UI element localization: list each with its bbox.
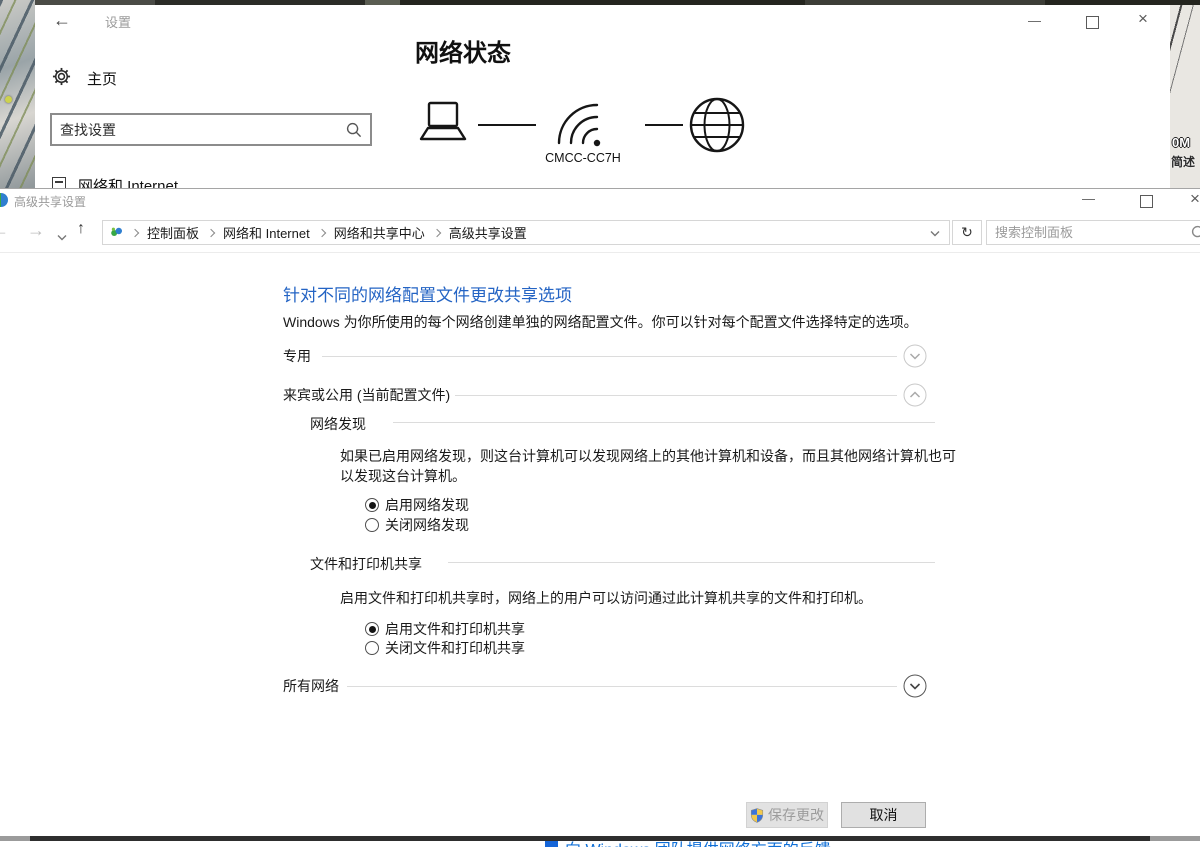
cancel-button[interactable]: 取消 [841, 802, 926, 828]
radio-disable-network-discovery[interactable]: 关闭网络发现 [365, 515, 469, 535]
file-printer-sharing-title: 文件和打印机共享 [310, 554, 422, 574]
file-printer-sharing-description: 启用文件和打印机共享时，网络上的用户可以访问通过此计算机共享的文件和打印机。 [340, 588, 958, 608]
collapse-guest-chevron-icon[interactable] [903, 383, 927, 407]
control-panel-search-box[interactable] [986, 220, 1200, 245]
back-arrow-icon[interactable]: ← [53, 10, 71, 31]
subsection-divider [448, 562, 935, 563]
radio-icon[interactable] [365, 622, 379, 636]
save-changes-button[interactable]: 保存更改 [746, 802, 828, 828]
expand-all-networks-chevron-icon[interactable] [903, 674, 927, 698]
gear-icon [52, 67, 71, 91]
expand-private-chevron-icon[interactable] [903, 344, 927, 368]
wallpaper-text: 简述 [1171, 153, 1195, 170]
connection-line [645, 124, 683, 126]
desktop: 0M 简述 ← 设置 — × 网络状态 主页 [0, 0, 1200, 847]
cancel-label: 取消 [870, 805, 898, 825]
settings-search-box[interactable] [50, 113, 372, 146]
radio-icon[interactable] [365, 518, 379, 532]
uac-shield-icon [750, 808, 764, 823]
back-button[interactable]: ← [0, 220, 9, 241]
up-button[interactable]: ↑ [77, 220, 85, 238]
window-title: 高级共享设置 [14, 193, 86, 210]
breadcrumb-separator-icon [432, 228, 440, 236]
wallpaper-dot [5, 96, 12, 103]
address-dropdown-icon[interactable] [930, 224, 940, 242]
radio-label[interactable]: 关闭文件和打印机共享 [385, 638, 525, 658]
subsection-divider [393, 422, 935, 423]
window-bottom-edge [0, 836, 1200, 841]
maximize-button[interactable] [1086, 16, 1099, 29]
desktop-wallpaper-right: 0M 简述 [1170, 5, 1200, 188]
breadcrumb-control-panel[interactable]: 控制面板 [147, 223, 199, 242]
section-divider [455, 395, 897, 396]
maximize-button[interactable] [1140, 195, 1153, 208]
refresh-button[interactable]: ↻ [952, 220, 982, 245]
radio-label[interactable]: 关闭网络发现 [385, 515, 469, 535]
sidebar-item-home[interactable]: 主页 [87, 68, 117, 89]
connection-line [478, 124, 536, 126]
network-discovery-title: 网络发现 [310, 414, 366, 434]
page-intro: Windows 为你所使用的每个网络创建单独的网络配置文件。你可以针对每个配置文… [283, 312, 918, 332]
page-title: 网络状态 [415, 33, 511, 68]
breadcrumb-separator-icon [317, 228, 325, 236]
radio-enable-network-discovery[interactable]: 启用网络发现 [365, 495, 469, 515]
recent-pages-dropdown-icon[interactable] [57, 228, 67, 246]
network-discovery-description: 如果已启用网络发现，则这台计算机可以发现网络上的其他计算机和设备，而且其他网络计… [340, 446, 958, 486]
radio-label[interactable]: 启用网络发现 [385, 495, 469, 515]
forward-button[interactable]: → [27, 220, 45, 241]
section-all-networks-label: 所有网络 [283, 676, 339, 696]
navigation-bar: ← → ↑ 控制面板 网络和 Internet [0, 211, 1200, 253]
breadcrumb-advanced-sharing[interactable]: 高级共享设置 [449, 223, 527, 242]
globe-icon [688, 96, 746, 159]
breadcrumb-network-sharing-center[interactable]: 网络和共享中心 [334, 223, 425, 242]
breadcrumb-separator-icon [131, 228, 139, 236]
desktop-wallpaper-left [0, 0, 35, 188]
settings-search-input[interactable] [52, 115, 370, 144]
laptop-icon [413, 98, 473, 153]
page-heading: 针对不同的网络配置文件更改共享选项 [283, 281, 572, 306]
radio-icon[interactable] [365, 641, 379, 655]
wallpaper-pattern [0, 0, 35, 188]
search-icon [346, 122, 362, 143]
radio-enable-file-sharing[interactable]: 启用文件和打印机共享 [365, 619, 525, 639]
minimize-button[interactable]: — [1028, 13, 1041, 28]
radio-label[interactable]: 启用文件和打印机共享 [385, 619, 525, 639]
search-icon [1191, 225, 1200, 246]
address-bar[interactable]: 控制面板 网络和 Internet 网络和共享中心 高级共享设置 [102, 220, 950, 245]
section-divider [347, 686, 897, 687]
save-changes-label: 保存更改 [768, 805, 824, 825]
settings-window-title: 设置 [105, 12, 131, 31]
close-button[interactable]: × [1190, 189, 1200, 209]
radio-disable-file-sharing[interactable]: 关闭文件和打印机共享 [365, 638, 525, 658]
section-guest-public-label: 来宾或公用 (当前配置文件) [283, 385, 450, 405]
control-panel-search-input[interactable] [987, 221, 1200, 244]
advanced-sharing-window: 高级共享设置 — × ← → ↑ [0, 188, 1200, 838]
wifi-network-name: CMCC-CC7H [535, 151, 631, 165]
radio-icon[interactable] [365, 498, 379, 512]
breadcrumb-network-internet[interactable]: 网络和 Internet [223, 223, 310, 242]
minimize-button[interactable]: — [1082, 191, 1095, 206]
control-panel-icon [110, 226, 123, 239]
wifi-icon [552, 101, 608, 154]
wallpaper-text: 0M [1172, 135, 1190, 150]
section-divider [322, 356, 897, 357]
breadcrumb-separator-icon [207, 228, 215, 236]
window-icon [0, 192, 9, 213]
close-button[interactable]: × [1138, 9, 1148, 29]
section-private-label: 专用 [283, 346, 311, 366]
